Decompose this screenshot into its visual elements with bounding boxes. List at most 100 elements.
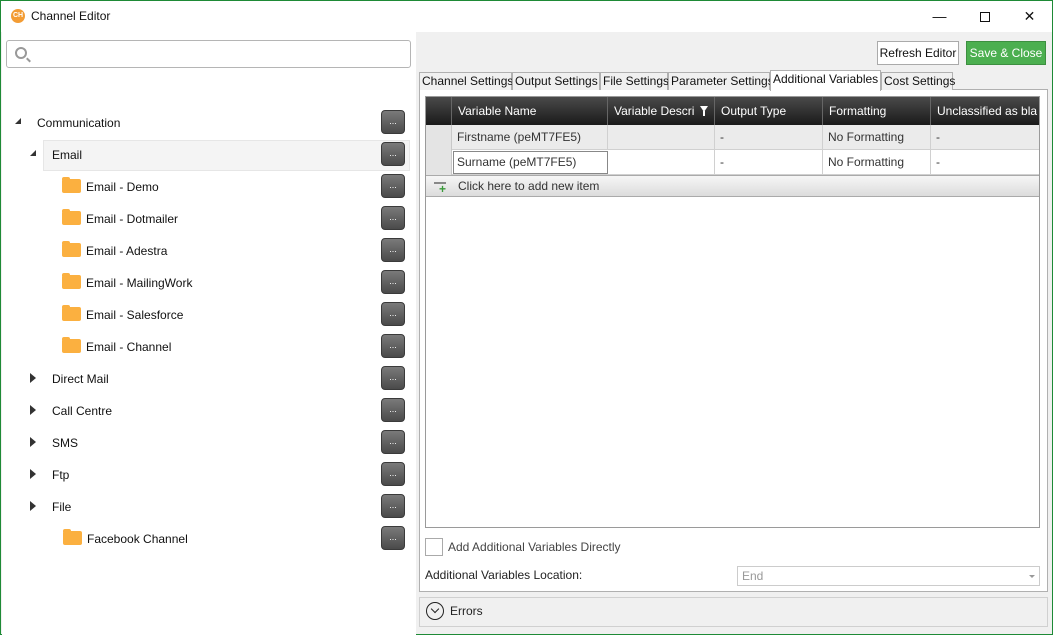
cell-unclassified[interactable]: - [931,150,1039,174]
search-input[interactable] [35,45,405,63]
more-options-button[interactable]: ... [381,270,405,294]
tree-item[interactable]: Call Centre... [1,396,415,426]
refresh-editor-button[interactable]: Refresh Editor [877,41,959,65]
cell-variable-description[interactable] [608,125,715,149]
tree-item[interactable]: Email - Salesforce... [1,300,415,330]
more-options-button[interactable]: ... [381,430,405,454]
more-options-button[interactable]: ... [381,174,405,198]
variables-location-select[interactable]: End [737,566,1040,586]
tab-file-settings[interactable]: File Settings [600,72,669,90]
tree-item-label: Direct Mail [52,372,109,386]
tree-item-label: Email - Dotmailer [86,212,179,226]
tree-item-label: Communication [37,116,121,130]
more-options-button[interactable]: ... [381,142,405,166]
channel-editor-window: CH Channel Editor — ✕ Communication... Em… [0,0,1053,635]
variable-name-edit-field[interactable]: Surname (peMT7FE5) [453,151,608,174]
more-options-button[interactable]: ... [381,238,405,262]
cell-output-type[interactable]: - [715,150,823,174]
close-button[interactable]: ✕ [1007,1,1052,31]
more-options-button[interactable]: ... [381,334,405,358]
tree-item[interactable]: Email - Adestra... [1,236,415,266]
add-row-icon [434,182,446,196]
tree-item[interactable]: Email... [1,140,415,171]
expand-arrow-icon[interactable] [30,373,36,383]
tree-item[interactable]: Facebook Channel... [1,524,415,554]
tab-cost-settings[interactable]: Cost Settings [881,72,955,90]
tree-item[interactable]: Email - Dotmailer... [1,204,415,234]
column-header-unclassified[interactable]: Unclassified as bla [931,97,1039,125]
tree-item-label: Facebook Channel [87,532,188,546]
more-options-button[interactable]: ... [381,526,405,550]
more-options-button[interactable]: ... [381,462,405,486]
variables-grid: Variable Name Variable Descri Output Typ… [425,96,1040,528]
expand-arrow-icon[interactable] [30,437,36,447]
filter-icon[interactable] [700,106,708,116]
grid-header: Variable Name Variable Descri Output Typ… [426,97,1039,125]
folder-icon [62,177,81,193]
column-header-variable-name[interactable]: Variable Name [452,97,608,125]
tree-item[interactable]: Communication... [1,108,415,138]
more-options-button[interactable]: ... [381,302,405,326]
folder-icon [63,529,82,545]
column-header-output-type[interactable]: Output Type [715,97,823,125]
errors-panel[interactable]: Errors [419,597,1048,627]
tree-item-label: Email - MailingWork [86,276,193,290]
expand-arrow-icon[interactable] [30,501,36,511]
tree-item-label: File [52,500,72,514]
expand-circle-icon[interactable] [426,602,444,620]
tab-parameter-settings[interactable]: Parameter Settings [668,72,774,90]
more-options-button[interactable]: ... [381,110,405,134]
tree-item[interactable]: Email - Channel... [1,332,415,362]
column-header-variable-description[interactable]: Variable Descri [608,97,715,125]
cell-variable-name[interactable]: Firstname (peMT7FE5) [452,125,608,149]
row-header[interactable] [426,125,452,150]
maximize-button[interactable] [962,1,1007,31]
column-header-formatting[interactable]: Formatting [823,97,931,125]
tree-item[interactable]: File... [1,492,415,522]
app-icon: CH [11,9,25,23]
cell-output-type[interactable]: - [715,125,823,149]
more-options-button[interactable]: ... [381,494,405,518]
tree-item[interactable]: Ftp... [1,460,415,490]
search-box[interactable] [6,40,411,68]
cell-variable-description[interactable] [608,150,715,174]
expand-arrow-icon[interactable] [30,469,36,479]
row-header[interactable] [426,150,452,175]
expand-arrow-icon[interactable] [30,405,36,415]
cell-unclassified[interactable]: - [931,125,1039,149]
chevron-down-icon [1029,575,1035,578]
tab-additional-variables[interactable]: Additional Variables [770,70,881,91]
grid-corner [426,97,452,125]
add-new-item-row[interactable]: Click here to add new item [426,175,1039,197]
title-bar: CH Channel Editor — ✕ [1,1,1052,32]
folder-icon [62,241,81,257]
minimize-button[interactable]: — [917,1,962,31]
table-row[interactable]: Firstname (peMT7FE5) - No Formatting - [426,125,1039,150]
tab-output-settings[interactable]: Output Settings [512,72,600,90]
folder-icon [62,209,81,225]
tab-channel-settings[interactable]: Channel Settings [419,72,513,90]
tree-item[interactable]: SMS... [1,428,415,458]
tree-item-label: SMS [52,436,79,450]
tree-item[interactable]: Email - MailingWork... [1,268,415,298]
tree-item[interactable]: Direct Mail... [1,364,415,394]
save-and-close-button[interactable]: Save & Close [966,41,1046,65]
folder-icon [62,305,81,321]
more-options-button[interactable]: ... [381,206,405,230]
add-variables-directly-checkbox[interactable] [425,538,443,556]
tree-item[interactable]: Email - Demo... [1,172,415,202]
errors-label: Errors [450,604,483,618]
collapse-arrow-icon[interactable] [30,150,36,156]
cell-formatting[interactable]: No Formatting [823,150,931,174]
tree-item-label: Email - Salesforce [86,308,184,322]
tree-item-label: Email - Channel [86,340,172,354]
table-row[interactable]: Surname (peMT7FE5) - No Formatting - [426,150,1039,175]
collapse-arrow-icon[interactable] [15,118,21,124]
more-options-button[interactable]: ... [381,366,405,390]
more-options-button[interactable]: ... [381,398,405,422]
tree-item-label: Email - Demo [86,180,159,194]
add-new-item-label: Click here to add new item [458,179,600,193]
add-variables-directly-label[interactable]: Add Additional Variables Directly [448,540,621,554]
cell-formatting[interactable]: No Formatting [823,125,931,149]
tree-item-label: Call Centre [52,404,113,418]
